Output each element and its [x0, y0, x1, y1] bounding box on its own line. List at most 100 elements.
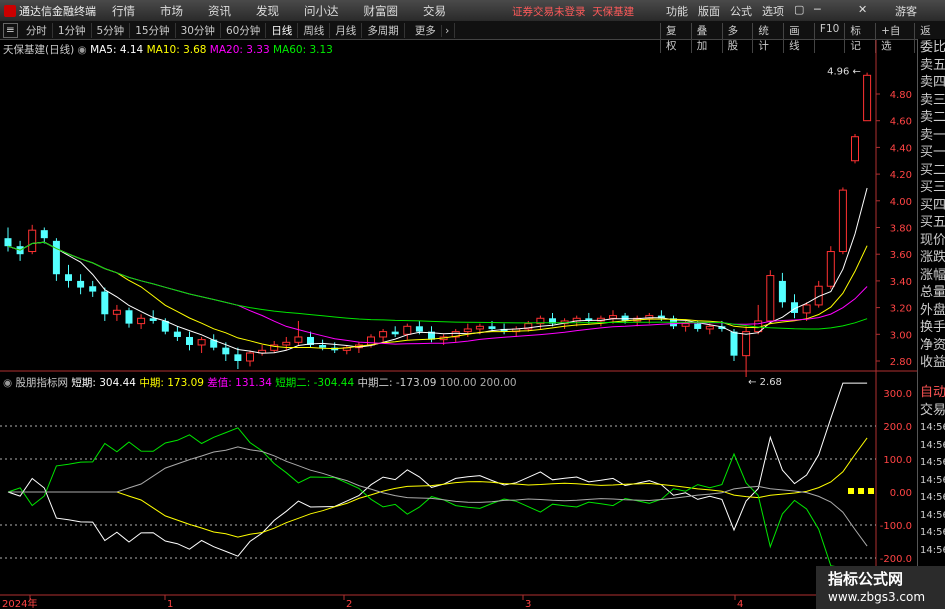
- legend-short2: 短期二: -304.44: [275, 377, 355, 389]
- candle-body-up: [403, 325, 412, 335]
- price-axis-label: 3.20: [890, 304, 912, 315]
- quote-label: 买三: [920, 180, 945, 195]
- quote-label: 涨跌: [920, 250, 945, 265]
- legend-ma60: MA60: 3.13: [273, 44, 333, 56]
- chart-canvas[interactable]: 4.80 4.60 4.40 4.20 4.00 3.80 3.60 3.40 3.20 3.00…: [0, 0, 917, 609]
- candle-body-down: [125, 310, 133, 324]
- candle-body-down: [415, 326, 423, 332]
- candle-body-up: [742, 331, 751, 357]
- candle-body-up: [681, 323, 690, 327]
- candle-body-down: [222, 347, 230, 355]
- candle-body-up: [197, 339, 206, 346]
- candle-body-down: [186, 336, 193, 345]
- candle-body-down: [52, 240, 60, 275]
- watermark-line1: 指标公式网: [828, 570, 904, 588]
- candle-body-down: [101, 291, 109, 315]
- quote-label: 涨幅: [920, 267, 945, 283]
- candle-body-up: [802, 304, 811, 314]
- quote-label: 买五: [920, 215, 945, 230]
- price-axis-label: 3.60: [890, 250, 912, 261]
- candle-body-up: [367, 336, 375, 346]
- candle-body-up: [851, 136, 859, 162]
- tick-time: 14:56: [920, 457, 945, 468]
- candle-body-up: [863, 74, 872, 122]
- date-label: 2024年: [2, 597, 37, 609]
- indicator-title: 股朋指标网: [15, 377, 69, 389]
- indicator-mid2-line: [8, 446, 868, 547]
- candle-body-up: [826, 251, 835, 287]
- candle-body-down: [694, 323, 702, 329]
- legend-l200: 200.00: [479, 377, 517, 389]
- price-axis-label: 2.80: [890, 357, 912, 368]
- indicator-toggle-icon[interactable]: ◉: [3, 377, 12, 389]
- price-axis-label: 4.80: [890, 90, 912, 101]
- indicator-short2-line: [7, 427, 868, 569]
- kline-title: 天保基建(日线): [3, 44, 75, 56]
- price-axis-label: 3.40: [890, 277, 912, 288]
- legend-short: 短期: 304.44: [71, 377, 136, 389]
- tick-time: 14:56: [920, 544, 945, 556]
- date-label: 2: [346, 599, 352, 609]
- candle-body-up: [282, 341, 291, 346]
- tick-time: 14:56: [920, 527, 945, 538]
- indicator-axis-label: 300.0: [883, 389, 912, 400]
- signal-marker: [868, 488, 874, 494]
- legend-ma10: MA10: 3.68: [146, 44, 207, 56]
- candle-body-up: [463, 328, 472, 333]
- indicator-legend: ◉ 股朋指标网 短期: 304.44 中期: 173.09 差值: 131.34…: [3, 375, 517, 390]
- candle-body-down: [488, 326, 496, 329]
- candle-body-down: [234, 354, 242, 361]
- quote-label: 卖三: [920, 92, 945, 108]
- candle-body-down: [730, 331, 738, 356]
- quote-label: 委比: [920, 40, 945, 55]
- quote-panel: 委比 卖五 卖四 卖三 卖二 卖一 买一 买二 买三 买四 买五 现价 涨跌 涨幅 总量 外盘 换手 净资 收益 自…: [917, 39, 945, 609]
- tick-time: 14:56: [920, 509, 945, 521]
- ma10-line: [7, 241, 868, 350]
- price-axis-label: 4.20: [890, 170, 912, 181]
- candle-body-down: [40, 230, 48, 239]
- signal-marker: [858, 488, 864, 494]
- quote-label: 卖五: [920, 57, 945, 73]
- quote-label: 买一: [920, 145, 945, 160]
- watermark: 指标公式网 www.zbgs3.com: [816, 566, 945, 609]
- candle-body-up: [838, 189, 847, 253]
- high-price-annotation: 4.96 ←: [827, 67, 861, 78]
- candle-body-down: [621, 315, 629, 321]
- candle-body-down: [89, 286, 97, 292]
- quote-label: 换手: [920, 320, 945, 335]
- quote-label: 买四: [920, 197, 945, 213]
- candle-body-up: [294, 336, 303, 343]
- candle-body-down: [391, 331, 399, 335]
- candle-body-up: [766, 275, 775, 322]
- quote-label: 卖四: [920, 75, 945, 90]
- candle-body-up: [475, 325, 484, 330]
- candle-body-up: [28, 229, 37, 253]
- price-axis-label: 3.00: [890, 330, 912, 341]
- ma20-line: [7, 241, 868, 345]
- candle-body-down: [778, 280, 786, 303]
- watermark-line2: www.zbgs3.com: [828, 590, 926, 604]
- legend-l100: 100.00: [439, 377, 477, 389]
- quote-label: 外盘: [920, 302, 945, 318]
- indicator-axis-label: 0.00: [890, 488, 912, 499]
- candle-body-up: [137, 317, 146, 325]
- candle-body-up: [112, 309, 121, 315]
- quote-label: 净资: [920, 337, 945, 353]
- indicator-short-line: [7, 382, 868, 557]
- quote-label: 现价: [920, 232, 945, 248]
- indicator-axis-label: -100.0: [880, 521, 912, 532]
- date-label: 3: [525, 599, 531, 609]
- quote-label: 买二: [920, 162, 945, 178]
- legend-diff: 差值: 131.34: [207, 377, 272, 389]
- candle-body-down: [65, 274, 72, 281]
- price-axis-label: 4.60: [890, 117, 912, 128]
- candle-body-down: [173, 331, 181, 337]
- date-label: 1: [167, 599, 173, 609]
- legend-toggle-icon[interactable]: ◉: [78, 44, 87, 56]
- legend-ma5: MA5: 4.14: [90, 44, 144, 56]
- candle-body-up: [246, 352, 254, 362]
- signal-marker: [848, 488, 854, 494]
- ma5-line: [7, 187, 868, 354]
- candle-body-up: [379, 331, 388, 338]
- auto-toggle[interactable]: 自动: [918, 384, 945, 402]
